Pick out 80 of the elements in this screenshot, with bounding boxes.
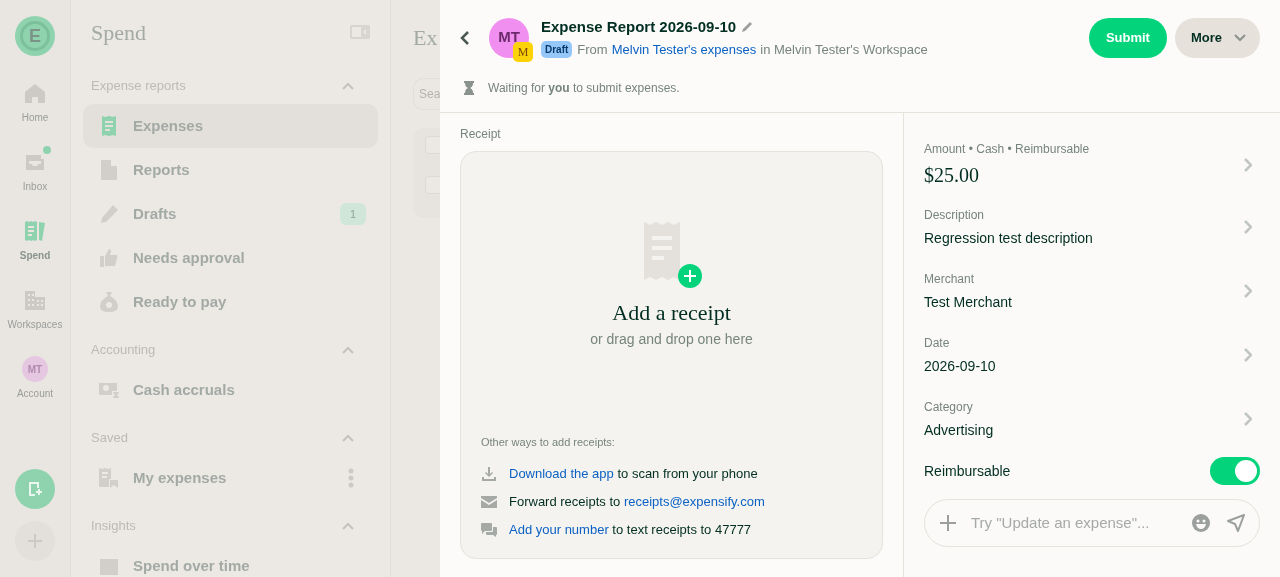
receipt-option-link[interactable]: Download the app: [509, 466, 614, 482]
rail-item[interactable]: Workspaces: [0, 287, 71, 332]
status-badge: Draft: [541, 40, 573, 58]
caret-icon: [1234, 33, 1246, 42]
detail-row[interactable]: Merchant Test Merchant: [924, 259, 1260, 323]
from-label: From: [577, 40, 608, 59]
rail-item[interactable]: Inbox: [0, 149, 71, 194]
sidebar-item[interactable]: Reports: [83, 148, 378, 192]
caret-icon[interactable]: [342, 346, 354, 354]
chat-bubbles-icon: [481, 523, 497, 537]
more-options-icon[interactable]: [348, 468, 354, 488]
toggle-label: Reimbursable: [924, 461, 1011, 481]
caret-icon[interactable]: [342, 434, 354, 442]
page-title: Ex: [413, 24, 438, 52]
message-input[interactable]: Try "Update an expense"...: [971, 511, 1181, 535]
chevron-right-icon: [1244, 158, 1252, 172]
dropzone-subtitle: or drag and drop one here: [590, 330, 753, 349]
row-checkbox[interactable]: [425, 176, 440, 194]
report-title: Expense Report 2026-09-10: [541, 17, 737, 37]
sidebar-item[interactable]: Cash accruals: [83, 368, 378, 412]
receipt-label: Receipt: [460, 126, 502, 143]
plus-icon[interactable]: [939, 514, 957, 532]
workspace-label: in Melvin Tester's Workspace: [760, 40, 928, 59]
sidebar-item[interactable]: Ready to pay: [83, 280, 378, 324]
sidebar-item[interactable]: Expenses: [83, 104, 378, 148]
back-icon[interactable]: [460, 29, 470, 46]
detail-row[interactable]: Date 2026-09-10: [924, 323, 1260, 387]
home-icon: [24, 82, 46, 104]
avatar: MT: [22, 356, 48, 382]
rail-item[interactable]: Spend: [0, 218, 71, 263]
submit-button[interactable]: Submit: [1088, 17, 1167, 58]
chevron-right-icon: [1244, 412, 1252, 426]
receipt-plus-icon: [27, 481, 43, 497]
pencil-icon: [99, 204, 119, 224]
hourglass-icon: [464, 81, 474, 95]
envelope-icon: [481, 496, 497, 508]
chevron-right-icon: [1244, 348, 1252, 362]
document-icon: [100, 159, 118, 181]
receipt-option: Forward receipts to receipts@expensify.com: [509, 492, 765, 512]
receipt-option-link[interactable]: Add your number: [509, 522, 609, 538]
cash-hourglass-icon: [98, 381, 120, 399]
rail-item[interactable]: MT Account: [0, 356, 71, 401]
saved-receipt-icon: [98, 467, 120, 489]
other-ways-title: Other ways to add receipts:: [481, 434, 616, 450]
waiting-message: Waiting for you to submit expenses.: [488, 80, 680, 97]
receipt-option-link[interactable]: receipts@expensify.com: [623, 494, 765, 510]
chevron-right-icon: [1244, 220, 1252, 234]
detail-row[interactable]: Amount • Cash • Reimbursable $25.00: [924, 135, 1260, 195]
sidebar-item[interactable]: Needs approval: [83, 236, 378, 280]
add-button[interactable]: [15, 521, 55, 561]
building-icon: [24, 289, 46, 311]
money-bag-icon: [99, 291, 119, 313]
receipt-icon: [23, 220, 47, 242]
count-badge: 1: [339, 202, 366, 226]
workspace-avatar: M: [513, 41, 533, 62]
download-icon: [482, 467, 496, 481]
receipt-option: Add your number to text receipts to 47777: [509, 520, 752, 540]
thumbs-up-icon: [99, 248, 119, 268]
chevron-right-icon: [1244, 284, 1252, 298]
receipt-icon: [100, 115, 118, 137]
smiley-icon[interactable]: [1191, 513, 1211, 533]
sidebar-item[interactable]: Drafts 1: [83, 192, 378, 236]
detail-row[interactable]: Description Regression test description: [924, 195, 1260, 259]
send-icon[interactable]: [1227, 514, 1245, 532]
sidebar-title: Spend: [91, 18, 146, 47]
pencil-icon[interactable]: [741, 21, 754, 34]
row-checkbox[interactable]: [425, 136, 440, 154]
report-link[interactable]: Melvin Tester's expenses: [611, 39, 757, 59]
dropzone-title: Add a receipt: [612, 299, 731, 327]
sidebar-item[interactable]: My expenses: [83, 456, 378, 500]
rail-item[interactable]: Home: [0, 80, 71, 125]
caret-icon[interactable]: [342, 522, 354, 530]
create-button[interactable]: [15, 469, 55, 509]
receipt-option: Download the app to scan from your phone: [509, 464, 758, 484]
detail-row[interactable]: Category Advertising: [924, 387, 1260, 451]
caret-icon[interactable]: [342, 82, 354, 90]
more-button[interactable]: More: [1174, 17, 1260, 58]
sidebar-item[interactable]: Spend over time: [83, 544, 378, 577]
receipt-dropzone[interactable]: Add a receipt or drag and drop one here Other ways to add receipts: Download the app to scan from your phone Forward receipts to receipts@expensify.com Add your number to text receipts to 47777: [460, 151, 883, 559]
reimbursable-toggle[interactable]: [1210, 457, 1260, 485]
